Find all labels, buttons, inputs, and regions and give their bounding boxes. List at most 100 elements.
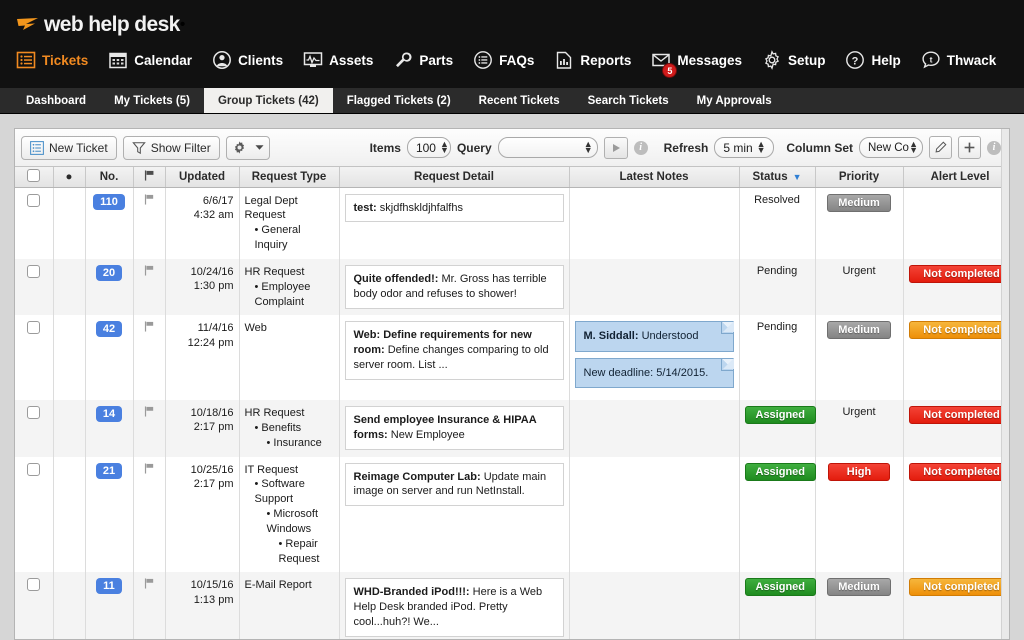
nav-item-calendar[interactable]: Calendar	[108, 50, 192, 70]
row-number-cell[interactable]: 110	[85, 187, 133, 259]
table-row[interactable]: 110 6/6/174:32 am Legal Dept Request Gen…	[15, 187, 1010, 259]
request-type-level: Legal Dept Request	[245, 194, 334, 224]
nav-item-reports[interactable]: Reports	[554, 50, 631, 70]
row-checkbox[interactable]	[27, 578, 40, 591]
request-detail-box[interactable]: Reimage Computer Lab: Update main image …	[345, 463, 564, 507]
show-filter-button[interactable]: Show Filter	[123, 136, 220, 160]
column-set-label: Column Set	[786, 141, 853, 155]
tab-my-approvals[interactable]: My Approvals	[683, 88, 786, 113]
nav-item-help[interactable]: ? Help	[845, 50, 900, 70]
row-flag-cell[interactable]	[133, 315, 165, 400]
updated-date: 10/24/16	[191, 266, 234, 278]
run-query-button[interactable]	[604, 137, 628, 159]
ticket-number-badge[interactable]: 110	[93, 194, 125, 210]
alert-badge: Not completed	[909, 321, 1011, 339]
nav-item-messages[interactable]: 5 Messages	[651, 50, 742, 70]
note-bubble[interactable]: New deadline: 5/14/2015.	[575, 358, 734, 388]
table-row[interactable]: 42 11/4/1612:24 pm Web Web: Define requi…	[15, 315, 1010, 400]
column-header-select[interactable]	[15, 167, 53, 187]
row-number-cell[interactable]: 20	[85, 259, 133, 316]
add-column-set-button[interactable]	[958, 136, 981, 159]
row-number-cell[interactable]: 42	[85, 315, 133, 400]
brand-name: web help desk	[44, 14, 180, 35]
row-flag-cell[interactable]	[133, 457, 165, 573]
nav-label-tickets: Tickets	[42, 53, 88, 68]
settings-menu-button[interactable]	[226, 136, 270, 160]
request-detail-box[interactable]: WHD-Branded iPod!!!: Here is a Web Help …	[345, 578, 564, 637]
column-header-latest-notes[interactable]: Latest Notes	[569, 167, 739, 187]
tab-recent-tickets[interactable]: Recent Tickets	[465, 88, 574, 113]
column-set-info-icon[interactable]: i	[987, 141, 1001, 155]
table-row[interactable]: 21 10/25/162:17 pm IT Request Software S…	[15, 457, 1010, 573]
row-checkbox[interactable]	[27, 265, 40, 278]
query-info-icon[interactable]: i	[634, 141, 648, 155]
column-header-status[interactable]: Status▼	[739, 167, 815, 187]
request-detail-box[interactable]: Web: Define requirements for new room: D…	[345, 321, 564, 380]
row-checkbox[interactable]	[27, 463, 40, 476]
ticket-number-badge[interactable]: 11	[96, 578, 122, 594]
column-header-request-detail[interactable]: Request Detail	[339, 167, 569, 187]
items-stepper[interactable]: 100 ▲▼	[407, 137, 451, 158]
row-flag-cell[interactable]	[133, 187, 165, 259]
row-select-cell[interactable]	[15, 457, 53, 573]
request-detail-box[interactable]: Send employee Insurance & HIPAA forms: N…	[345, 406, 564, 450]
tab-group-tickets[interactable]: Group Tickets (42)	[204, 88, 333, 113]
table-row[interactable]: 11 10/15/161:13 pm E-Mail Report WHD-Bra…	[15, 572, 1010, 640]
ticket-number-badge[interactable]: 20	[96, 265, 122, 281]
table-row[interactable]: 14 10/18/162:17 pm HR Request Benefits I…	[15, 400, 1010, 457]
row-checkbox[interactable]	[27, 321, 40, 334]
nav-item-thwack[interactable]: t Thwack	[921, 50, 997, 70]
ticket-number-badge[interactable]: 42	[96, 321, 122, 337]
row-number-cell[interactable]: 21	[85, 457, 133, 573]
column-header-request-type[interactable]: Request Type	[239, 167, 339, 187]
vertical-scrollbar[interactable]	[1001, 129, 1009, 639]
row-flag-cell[interactable]	[133, 400, 165, 457]
column-header-no[interactable]: No.	[85, 167, 133, 187]
select-all-checkbox[interactable]	[27, 169, 40, 182]
request-type-level: IT Request	[245, 463, 334, 478]
tab-search-tickets[interactable]: Search Tickets	[574, 88, 683, 113]
plus-icon	[963, 141, 976, 154]
tab-flagged-tickets[interactable]: Flagged Tickets (2)	[333, 88, 465, 113]
table-row[interactable]: 20 10/24/161:30 pm HR Request Employee C…	[15, 259, 1010, 316]
request-detail-box[interactable]: test: skjdfhskldjhfalfhs	[345, 194, 564, 223]
nav-item-tickets[interactable]: Tickets	[16, 50, 88, 70]
row-number-cell[interactable]: 11	[85, 572, 133, 640]
ticket-number-badge[interactable]: 21	[96, 463, 122, 479]
svg-text:?: ?	[852, 55, 859, 67]
priority-badge: Medium	[827, 321, 891, 339]
row-flag-cell[interactable]	[133, 259, 165, 316]
column-header-alert-level[interactable]: Alert Level	[903, 167, 1010, 187]
row-select-cell[interactable]	[15, 400, 53, 457]
row-number-cell[interactable]: 14	[85, 400, 133, 457]
nav-item-clients[interactable]: Clients	[212, 50, 283, 70]
row-select-cell[interactable]	[15, 315, 53, 400]
column-set-select[interactable]: New Colu ▲▼	[859, 137, 923, 158]
tab-dashboard[interactable]: Dashboard	[12, 88, 100, 113]
row-select-cell[interactable]	[15, 187, 53, 259]
row-select-cell[interactable]	[15, 259, 53, 316]
column-header-updated[interactable]: Updated	[165, 167, 239, 187]
brand-trademark: •	[180, 16, 186, 34]
ticket-number-badge[interactable]: 14	[96, 406, 122, 422]
new-ticket-button[interactable]: New Ticket	[21, 136, 117, 160]
tab-my-tickets[interactable]: My Tickets (5)	[100, 88, 204, 113]
column-header-flag[interactable]	[133, 167, 165, 187]
refresh-stepper[interactable]: 5 min ▲▼	[714, 137, 774, 158]
nav-item-parts[interactable]: Parts	[393, 50, 453, 70]
column-header-dot[interactable]: ●	[53, 167, 85, 187]
nav-item-faqs[interactable]: FAQs	[473, 50, 534, 70]
row-checkbox[interactable]	[27, 194, 40, 207]
edit-column-set-button[interactable]	[929, 136, 952, 159]
status-badge: Assigned	[745, 406, 817, 424]
row-flag-cell[interactable]	[133, 572, 165, 640]
query-select[interactable]: ▲▼	[498, 137, 598, 158]
column-header-priority[interactable]: Priority	[815, 167, 903, 187]
nav-item-assets[interactable]: Assets	[303, 50, 373, 70]
row-select-cell[interactable]	[15, 572, 53, 640]
nav-item-setup[interactable]: Setup	[762, 50, 826, 70]
wrench-icon	[393, 50, 413, 70]
row-checkbox[interactable]	[27, 406, 40, 419]
request-detail-box[interactable]: Quite offended!: Mr. Gross has terrible …	[345, 265, 564, 309]
note-bubble[interactable]: M. Siddall: Understood	[575, 321, 734, 351]
